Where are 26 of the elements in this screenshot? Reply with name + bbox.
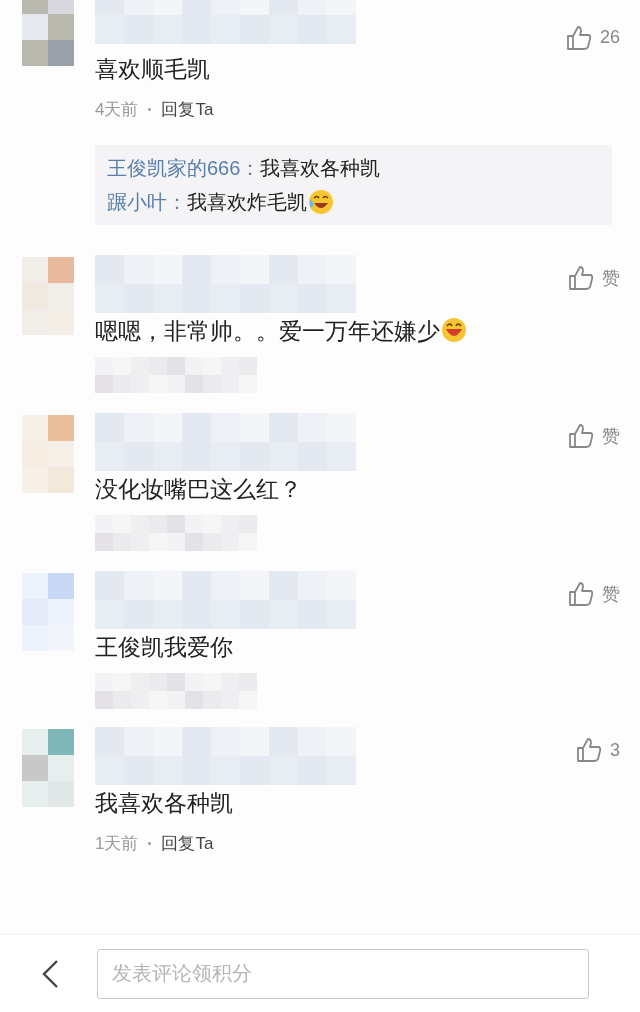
thumbs-up-icon[interactable] — [576, 737, 602, 763]
thumbs-up-icon[interactable] — [568, 265, 594, 291]
thumbs-up-icon[interactable] — [568, 423, 594, 449]
like-count: 3 — [610, 738, 620, 762]
thumbs-up-icon[interactable] — [568, 581, 594, 607]
comment-time: 1天前 — [95, 832, 139, 855]
reply-text: 我喜欢各种凯 — [260, 155, 381, 181]
back-icon[interactable] — [40, 958, 60, 989]
like-count: 赞 — [602, 424, 620, 448]
reply-link[interactable]: 回复Ta — [161, 97, 214, 123]
like-count: 赞 — [602, 266, 620, 290]
reply-author[interactable]: 蹍小叶： — [107, 186, 187, 217]
comment-input[interactable]: 发表评论领积分 — [97, 948, 589, 999]
reply-link[interactable]: 回复Ta — [161, 830, 214, 856]
comment-text: 我喜欢各种凯 — [95, 788, 234, 818]
like-count: 赞 — [602, 582, 620, 606]
comment-text: 嗯嗯，非常帅。。爱一万年还嫌少 — [95, 314, 620, 347]
reply-text: 我喜欢炸毛凯 — [187, 189, 307, 215]
pixelated-avatar — [22, 0, 74, 66]
comment-time: 4天前 — [95, 99, 139, 121]
comment-text: 没化妆嘴巴这么红？ — [95, 474, 303, 504]
reply-author[interactable]: 王俊凯家的666： — [107, 152, 261, 183]
comment-text: 喜欢顺毛凯 — [95, 55, 211, 84]
thumbs-up-icon[interactable] — [565, 24, 592, 51]
like-count: 26 — [599, 26, 620, 49]
comment-text: 王俊凯我爱你 — [95, 632, 234, 662]
